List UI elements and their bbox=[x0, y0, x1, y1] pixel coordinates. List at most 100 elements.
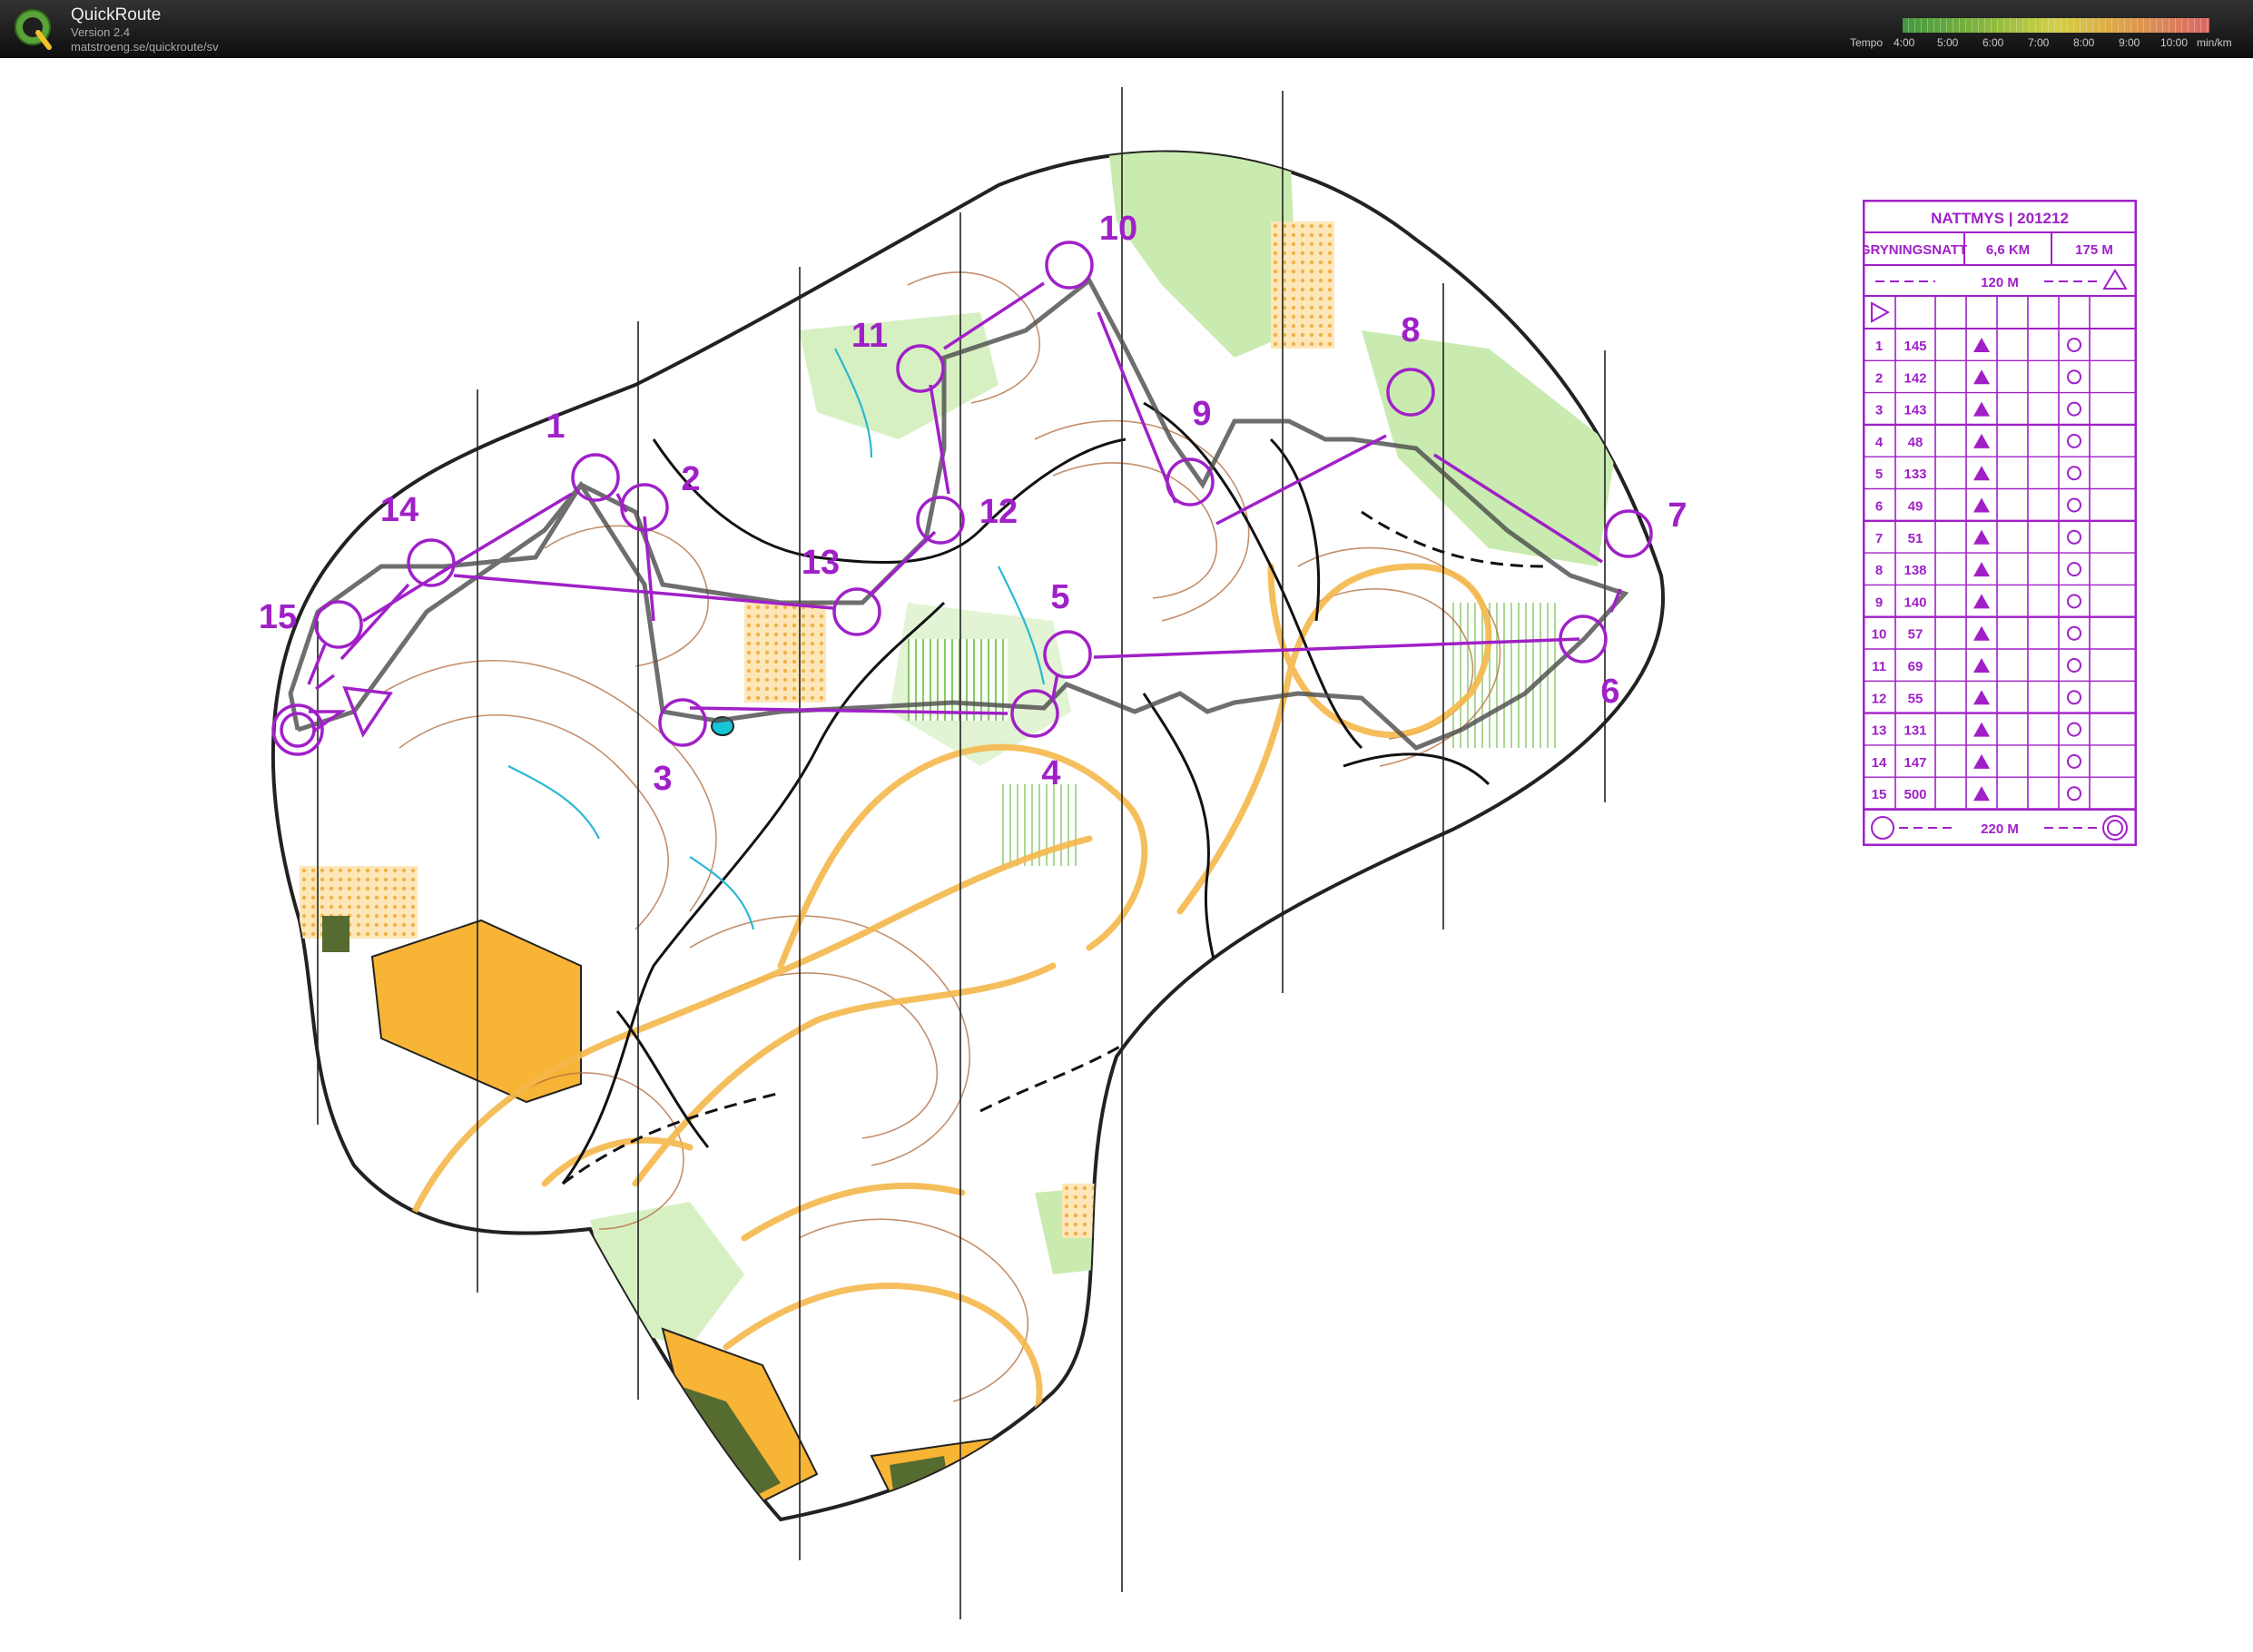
legend-control-number: 3 bbox=[1875, 403, 1883, 418]
legend-control-number: 9 bbox=[1875, 595, 1883, 610]
feature-symbol-icon bbox=[1973, 497, 1990, 513]
legend-control-number: 13 bbox=[1872, 723, 1887, 739]
legend-control-number: 4 bbox=[1875, 435, 1884, 450]
tempo-tick: 4:00 bbox=[1894, 36, 1915, 49]
location-symbol-icon bbox=[2067, 466, 2081, 481]
tempo-tick: 5:00 bbox=[1937, 36, 1959, 49]
feature-symbol-icon bbox=[1973, 690, 1990, 705]
control-number: 6 bbox=[1600, 673, 1619, 711]
feature-symbol-icon bbox=[1973, 722, 1990, 737]
legend-control-number: 10 bbox=[1872, 627, 1887, 643]
app-url: matstroeng.se/quickroute/sv bbox=[71, 40, 219, 54]
control-number: 2 bbox=[681, 460, 700, 498]
control-number: 4 bbox=[1041, 754, 1060, 792]
feature-symbol-icon bbox=[1973, 401, 1990, 417]
legend-control-code: 500 bbox=[1904, 787, 1926, 802]
control-number: 1 bbox=[546, 408, 565, 446]
legend-control-number: 6 bbox=[1875, 499, 1883, 515]
feature-symbol-icon bbox=[1973, 466, 1990, 481]
legend-control-number: 7 bbox=[1875, 531, 1883, 546]
legend-control-code: 55 bbox=[1908, 691, 1923, 706]
legend-control-number: 5 bbox=[1875, 467, 1883, 482]
location-symbol-icon bbox=[2067, 497, 2081, 513]
location-symbol-icon bbox=[2067, 433, 2081, 448]
tempo-tick: 8:00 bbox=[2073, 36, 2095, 49]
legend-control-code: 142 bbox=[1904, 370, 1926, 386]
control-number: 3 bbox=[653, 760, 672, 798]
legend-control-number: 2 bbox=[1875, 370, 1883, 386]
legend-control-code: 140 bbox=[1904, 595, 1926, 610]
course-length: 6,6 KM bbox=[1986, 242, 2030, 258]
course-class: GRYNINGSNATT bbox=[1863, 242, 1967, 258]
legend-control-code: 133 bbox=[1904, 467, 1926, 482]
tempo-tick: 7:00 bbox=[2028, 36, 2050, 49]
control-number: 14 bbox=[380, 491, 418, 529]
legend-control-number: 11 bbox=[1872, 659, 1886, 674]
control-number: 13 bbox=[802, 544, 840, 582]
location-symbol-icon bbox=[2067, 369, 2081, 385]
tempo-scale: Tempo 4:00 5:00 6:00 7:00 8:00 9:00 10:0… bbox=[1843, 16, 2242, 53]
control-number: 7 bbox=[1668, 497, 1687, 535]
legend-control-code: 147 bbox=[1904, 755, 1926, 771]
feature-symbol-icon bbox=[1973, 369, 1990, 385]
location-symbol-icon bbox=[2067, 338, 2081, 352]
location-symbol-icon bbox=[2067, 786, 2081, 801]
location-symbol-icon bbox=[2067, 529, 2081, 545]
location-symbol-icon bbox=[2067, 625, 2081, 641]
legend-control-code: 57 bbox=[1908, 627, 1923, 643]
legend-control-code: 143 bbox=[1904, 403, 1926, 418]
location-symbol-icon bbox=[2067, 753, 2081, 769]
location-symbol-icon bbox=[2067, 658, 2081, 673]
finish-marking: 220 M bbox=[1981, 821, 2019, 837]
feature-symbol-icon bbox=[1973, 433, 1990, 448]
control-number: 9 bbox=[1192, 395, 1211, 433]
legend-control-code: 51 bbox=[1908, 531, 1923, 546]
control-number: 15 bbox=[259, 598, 297, 636]
feature-symbol-icon bbox=[1973, 658, 1990, 673]
course-title: NATTMYS | 201212 bbox=[1931, 210, 2069, 227]
feature-symbol-icon bbox=[1973, 753, 1990, 769]
tempo-unit: min/km bbox=[2197, 36, 2232, 49]
location-symbol-icon bbox=[2067, 690, 2081, 705]
control-number: 11 bbox=[851, 317, 888, 355]
app-version: Version 2.4 bbox=[71, 25, 131, 39]
legend-control-number: 12 bbox=[1872, 691, 1887, 706]
tempo-label: Tempo bbox=[1850, 36, 1884, 49]
location-symbol-icon bbox=[2067, 722, 2081, 737]
legend-rows: 1 145 2 142 3 143 4 48 5 133 6 49 7 51 8 138 9 140 10 57 11 6… bbox=[1864, 296, 2136, 811]
feature-symbol-icon bbox=[1973, 594, 1990, 609]
control-number: 5 bbox=[1050, 578, 1069, 616]
legend-control-code: 145 bbox=[1904, 339, 1926, 354]
feature-symbol-icon bbox=[1973, 529, 1990, 545]
map-terrain bbox=[271, 150, 1665, 1522]
feature-symbol-icon bbox=[1973, 562, 1990, 577]
legend-control-number: 14 bbox=[1872, 755, 1887, 771]
feature-symbol-icon bbox=[1973, 338, 1990, 352]
tempo-tick: 9:00 bbox=[2119, 36, 2140, 49]
feature-symbol-icon bbox=[1973, 625, 1990, 641]
legend-control-code: 131 bbox=[1904, 723, 1926, 739]
legend-control-number: 15 bbox=[1872, 787, 1887, 802]
quickroute-logo-icon bbox=[15, 9, 52, 50]
location-symbol-icon bbox=[2067, 562, 2081, 577]
app-name: QuickRoute bbox=[71, 5, 162, 25]
control-description-sheet: NATTMYS | 201212 GRYNINGSNATT 6,6 KM 175… bbox=[1860, 199, 2138, 847]
legend-control-code: 138 bbox=[1904, 563, 1926, 578]
tempo-tick: 10:00 bbox=[2160, 36, 2189, 49]
location-symbol-icon bbox=[2067, 401, 2081, 417]
start-marking: 120 M bbox=[1981, 275, 2019, 290]
tempo-tick: 6:00 bbox=[1982, 36, 2004, 49]
legend-control-code: 69 bbox=[1908, 659, 1923, 674]
legend-control-code: 48 bbox=[1908, 435, 1923, 450]
feature-symbol-icon bbox=[1973, 786, 1990, 801]
legend-control-number: 8 bbox=[1875, 563, 1883, 578]
control-number: 8 bbox=[1401, 311, 1420, 349]
control-number: 12 bbox=[979, 493, 1018, 531]
course-climb: 175 M bbox=[2075, 242, 2113, 258]
legend-control-code: 49 bbox=[1908, 499, 1923, 515]
title-bar: QuickRoute Version 2.4 matstroeng.se/qui… bbox=[0, 0, 2253, 58]
tempo-color-bar bbox=[1903, 18, 2209, 33]
control-number: 10 bbox=[1099, 210, 1137, 248]
legend-control-number: 1 bbox=[1875, 339, 1883, 354]
location-symbol-icon bbox=[2067, 594, 2081, 609]
